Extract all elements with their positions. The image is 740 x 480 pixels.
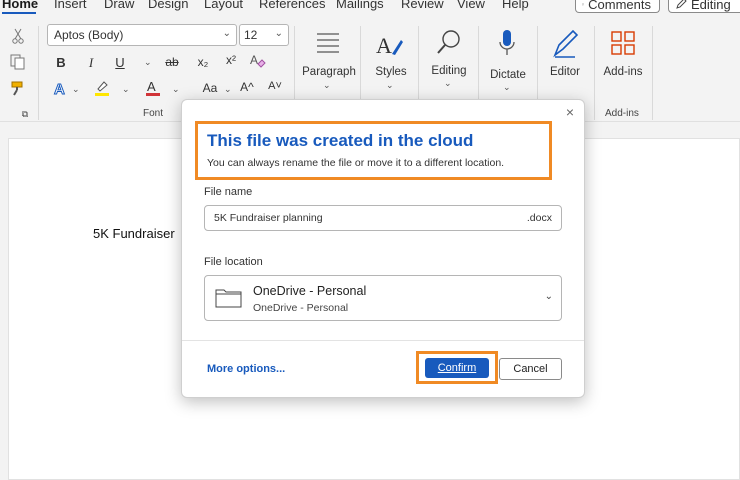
italic-button[interactable]: I <box>81 55 101 71</box>
paragraph-chevron-icon[interactable]: ⌄ <box>323 80 331 91</box>
font-group-label: Font <box>143 108 164 119</box>
location-primary: OneDrive - Personal <box>253 284 367 298</box>
svg-text:A: A <box>147 79 156 94</box>
pencil-icon <box>676 0 687 9</box>
shrink-font-button[interactable]: A˅ <box>264 80 286 92</box>
font-color-icon[interactable]: A <box>144 79 162 97</box>
location-secondary: OneDrive - Personal <box>253 302 349 314</box>
tab-view[interactable]: View <box>457 0 485 11</box>
paragraph-label[interactable]: Paragraph <box>302 66 356 78</box>
dictate-label[interactable]: Dictate <box>486 69 530 81</box>
underline-button[interactable]: U <box>110 55 130 70</box>
svg-text:A: A <box>54 81 65 97</box>
dictate-chevron-icon[interactable]: ⌄ <box>503 82 511 93</box>
add-ins-label[interactable]: Add-ins <box>601 66 645 78</box>
font-name-select[interactable]: Aptos (Body) ⌄ <box>47 24 237 46</box>
clear-formatting-icon[interactable]: A <box>249 52 267 70</box>
copy-icon[interactable] <box>10 54 26 70</box>
cancel-button[interactable]: Cancel <box>499 358 562 380</box>
chevron-down-icon: ⌄ <box>544 291 553 302</box>
confirm-highlight: Confirm <box>416 351 498 384</box>
clipboard-launcher-icon[interactable]: ⧉ <box>20 109 30 119</box>
styles-icon[interactable]: A <box>375 30 405 60</box>
close-icon[interactable]: × <box>566 104 574 120</box>
editing-mode-label: Editing <box>691 0 731 12</box>
comments-label: Comments <box>588 0 651 12</box>
dialog-subtitle: You can always rename the file or move i… <box>207 157 505 169</box>
tab-help[interactable]: Help <box>502 0 529 11</box>
tab-home[interactable]: Home <box>2 0 38 11</box>
comment-icon <box>582 3 585 5</box>
tab-insert[interactable]: Insert <box>54 0 87 11</box>
change-case-button[interactable]: Aa <box>197 81 223 95</box>
format-painter-icon[interactable] <box>10 80 26 96</box>
folder-icon <box>215 289 242 308</box>
add-ins-icon[interactable] <box>610 30 636 56</box>
strikethrough-button[interactable]: ab <box>162 55 182 69</box>
editor-icon[interactable] <box>551 28 579 60</box>
font-size-select[interactable]: 12 ⌄ <box>239 24 289 46</box>
save-to-cloud-dialog: × This file was created in the cloud You… <box>181 99 585 398</box>
add-ins-group-label: Add-ins <box>605 108 639 119</box>
divider <box>38 26 39 120</box>
highlight-chevron-icon[interactable]: ⌄ <box>122 84 130 95</box>
confirm-button[interactable]: Confirm <box>425 358 489 378</box>
editor-label[interactable]: Editor <box>545 66 585 78</box>
dialog-title: This file was created in the cloud <box>207 131 474 150</box>
grow-font-button[interactable]: A^ <box>236 80 258 94</box>
superscript-button[interactable]: x² <box>221 53 241 67</box>
styles-label[interactable]: Styles <box>370 66 412 78</box>
file-extension: .docx <box>526 212 552 224</box>
tab-design[interactable]: Design <box>148 0 188 11</box>
subscript-button[interactable]: x₂ <box>193 55 213 69</box>
change-case-chevron-icon[interactable]: ⌄ <box>224 84 232 95</box>
file-name-value: 5K Fundraiser planning <box>214 212 323 224</box>
file-location-label: File location <box>204 256 263 268</box>
file-name-input[interactable]: 5K Fundraiser planning .docx <box>204 205 562 231</box>
tab-layout[interactable]: Layout <box>204 0 243 11</box>
document-text[interactable]: 5K Fundraiser <box>93 226 175 241</box>
divider <box>652 26 653 120</box>
comments-button[interactable]: Comments <box>575 0 660 13</box>
file-location-select[interactable]: OneDrive - Personal OneDrive - Personal … <box>204 275 562 321</box>
divider <box>182 340 584 341</box>
tab-review[interactable]: Review <box>401 0 444 11</box>
editing-label[interactable]: Editing <box>427 65 471 77</box>
underline-chevron-icon[interactable]: ⌄ <box>144 57 152 68</box>
tab-draw[interactable]: Draw <box>104 0 134 11</box>
font-color-chevron-icon[interactable]: ⌄ <box>172 84 180 95</box>
paragraph-icon[interactable] <box>314 30 342 56</box>
chevron-down-icon: ⌄ <box>222 28 231 39</box>
editing-chevron-icon[interactable]: ⌄ <box>444 78 452 89</box>
text-effects-chevron-icon[interactable]: ⌄ <box>72 84 80 95</box>
tab-mailings[interactable]: Mailings <box>336 0 384 11</box>
tab-references[interactable]: References <box>259 0 325 11</box>
svg-text:A: A <box>250 53 258 67</box>
dialog-header-highlight: This file was created in the cloud You c… <box>195 121 552 180</box>
microphone-icon[interactable] <box>497 28 517 60</box>
cut-icon[interactable] <box>10 28 26 44</box>
divider <box>594 26 595 120</box>
bold-button[interactable]: B <box>51 55 71 70</box>
font-size-value: 12 <box>244 28 258 42</box>
file-name-label: File name <box>204 186 253 198</box>
styles-chevron-icon[interactable]: ⌄ <box>386 80 394 91</box>
chevron-down-icon: ⌄ <box>274 28 283 39</box>
highlight-icon[interactable] <box>93 79 111 97</box>
ribbon-tab-bar: Home Insert Draw Design Layout Reference… <box>0 0 740 14</box>
editing-mode-button[interactable]: Editing <box>668 0 740 13</box>
more-options-link[interactable]: More options... <box>207 363 285 375</box>
text-effects-icon[interactable]: A <box>52 79 70 98</box>
font-name-value: Aptos (Body) <box>54 28 124 42</box>
svg-text:A: A <box>376 33 392 58</box>
search-icon[interactable] <box>435 28 463 58</box>
